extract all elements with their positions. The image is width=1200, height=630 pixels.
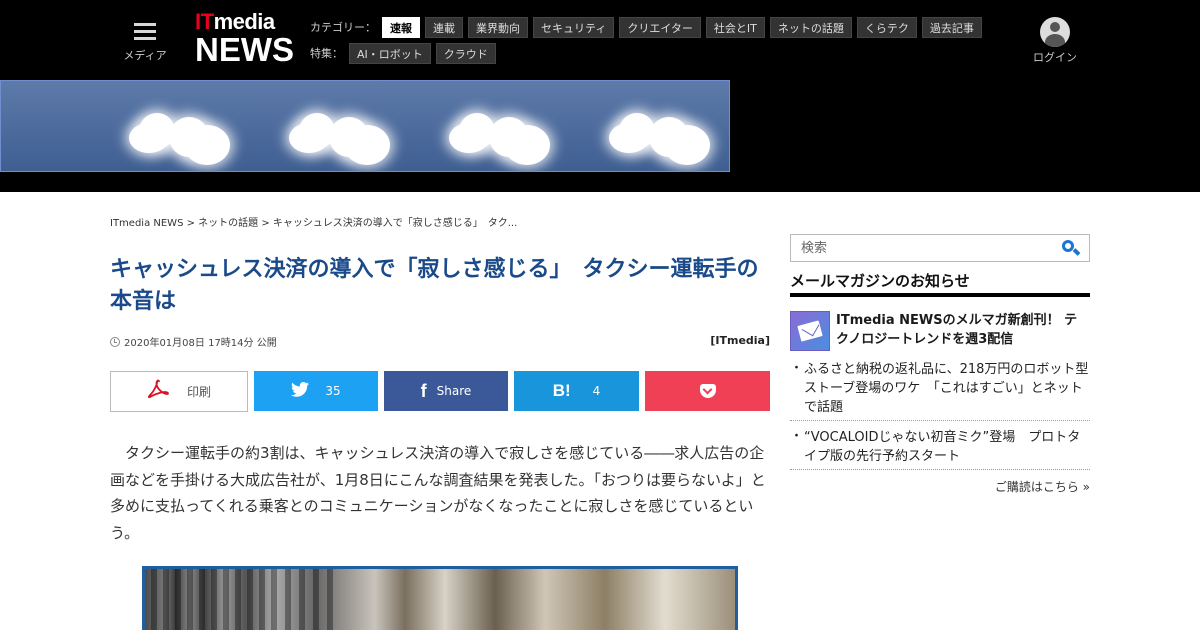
facebook-icon: f — [420, 380, 427, 401]
ad-banner[interactable] — [0, 80, 730, 172]
cloud-image — [129, 103, 239, 165]
search-box — [790, 234, 1090, 262]
nav-category-industry[interactable]: 業界動向 — [468, 16, 528, 38]
site-logo[interactable]: ITmedia NEWS — [195, 10, 295, 70]
publish-date: 2020年01月08日 17時14分 公開 — [124, 338, 277, 349]
clock-icon — [110, 337, 120, 347]
hatena-bookmark-icon: B! — [552, 381, 571, 400]
list-item[interactable]: “VOCALOIDじゃない初音ミク”登場 プロトタイプ版の先行予約スタート — [790, 427, 1090, 470]
twitter-share-button[interactable]: 35 — [254, 371, 378, 411]
pdf-icon — [147, 379, 169, 404]
facebook-share-button[interactable]: f Share — [384, 371, 508, 411]
user-avatar-icon — [1040, 17, 1070, 47]
newsletter-list: ふるさと納税の返礼品に、218万円のロボット型ストーブ登場のワケ 「これはすごい… — [790, 359, 1090, 476]
menu-button[interactable]: メディア — [120, 20, 170, 64]
nav-category-net-topics[interactable]: ネットの話題 — [769, 16, 852, 38]
search-icon[interactable] — [1062, 240, 1081, 257]
hatena-bookmark-button[interactable]: B! 4 — [514, 371, 639, 411]
mail-icon — [790, 311, 830, 351]
article-body: タクシー運転手の約3割は、キャッシュレス決済の導入で寂しさを感じている――求人広… — [110, 444, 766, 542]
breadcrumb-net-topics[interactable]: ネットの話題 — [198, 218, 258, 229]
pocket-icon — [699, 384, 716, 398]
newsletter-heading: メールマガジンのお知らせ — [790, 270, 1090, 297]
site-header: メディア ITmedia NEWS カテゴリー： 速報 連載 業界動向 セキュリ… — [0, 0, 1200, 192]
nav-category-sokuho[interactable]: 速報 — [382, 16, 420, 38]
login-label: ログイン — [1033, 51, 1077, 64]
twitter-count: 35 — [325, 384, 341, 398]
breadcrumb-home[interactable]: ITmedia NEWS — [110, 218, 183, 229]
cloud-image — [289, 103, 399, 165]
feature-nav-label: 特集： — [310, 47, 343, 60]
nav-category-kuratech[interactable]: くらテク — [856, 16, 917, 38]
category-nav-label: カテゴリー： — [310, 21, 376, 34]
print-button[interactable]: 印刷 — [110, 371, 248, 412]
twitter-bird-icon — [291, 382, 310, 400]
newsletter-feature-text: ITmedia NEWSのメルマガ新創刊！ テクノロジートレンドを週3配信 — [836, 313, 1078, 347]
nav-category-creator[interactable]: クリエイター — [619, 16, 701, 38]
article-photo[interactable] — [142, 566, 738, 630]
subscribe-link[interactable]: ご購読はこちら » — [995, 478, 1090, 495]
hatena-count: 4 — [592, 384, 601, 398]
nav-feature-ai-robot[interactable]: AI・ロボット — [349, 42, 431, 64]
nav-category-society-it[interactable]: 社会とIT — [705, 16, 765, 38]
nav-feature-cloud[interactable]: クラウド — [435, 42, 496, 64]
search-input[interactable] — [791, 235, 1051, 261]
cloud-image — [609, 103, 719, 165]
newsletter-feature-link[interactable]: ITmedia NEWSのメルマガ新創刊！ テクノロジートレンドを週3配信 — [790, 311, 1090, 355]
menu-label: メディア — [123, 49, 167, 62]
category-nav: カテゴリー： 速報 連載 業界動向 セキュリティ クリエイター 社会とIT ネッ… — [310, 16, 987, 38]
pocket-button[interactable] — [645, 371, 770, 411]
logo-news: NEWS — [195, 31, 294, 68]
nav-category-security[interactable]: セキュリティ — [533, 16, 615, 38]
nav-category-archive[interactable]: 過去記事 — [921, 16, 982, 38]
breadcrumb: ITmedia NEWS > ネットの話題 > キャッシュレス決済の導入で「寂し… — [110, 214, 517, 229]
feature-nav: 特集： AI・ロボット クラウド — [310, 42, 501, 64]
article-title: キャッシュレス決済の導入で「寂しさ感じる」 タクシー運転手の本音は — [110, 257, 759, 314]
hamburger-icon — [134, 23, 156, 41]
share-bar: 印刷 35 f Share B! 4 — [110, 371, 770, 412]
list-item[interactable]: ふるさと納税の返礼品に、218万円のロボット型ストーブ登場のワケ 「これはすごい… — [790, 359, 1090, 421]
breadcrumb-separator: > — [258, 218, 273, 229]
breadcrumb-separator: > — [183, 218, 199, 229]
breadcrumb-current: キャッシュレス決済の導入で「寂しさ感じる」 タク... — [272, 218, 518, 229]
print-label: 印刷 — [186, 385, 211, 399]
nav-category-rensai[interactable]: 連載 — [425, 16, 463, 38]
facebook-label: Share — [436, 384, 472, 398]
article-source: [ITmedia] — [710, 334, 770, 347]
login-button[interactable]: ログイン — [1030, 17, 1080, 65]
article-meta: 2020年01月08日 17時14分 公開 [ITmedia] — [110, 334, 770, 350]
cloud-image — [449, 103, 559, 165]
